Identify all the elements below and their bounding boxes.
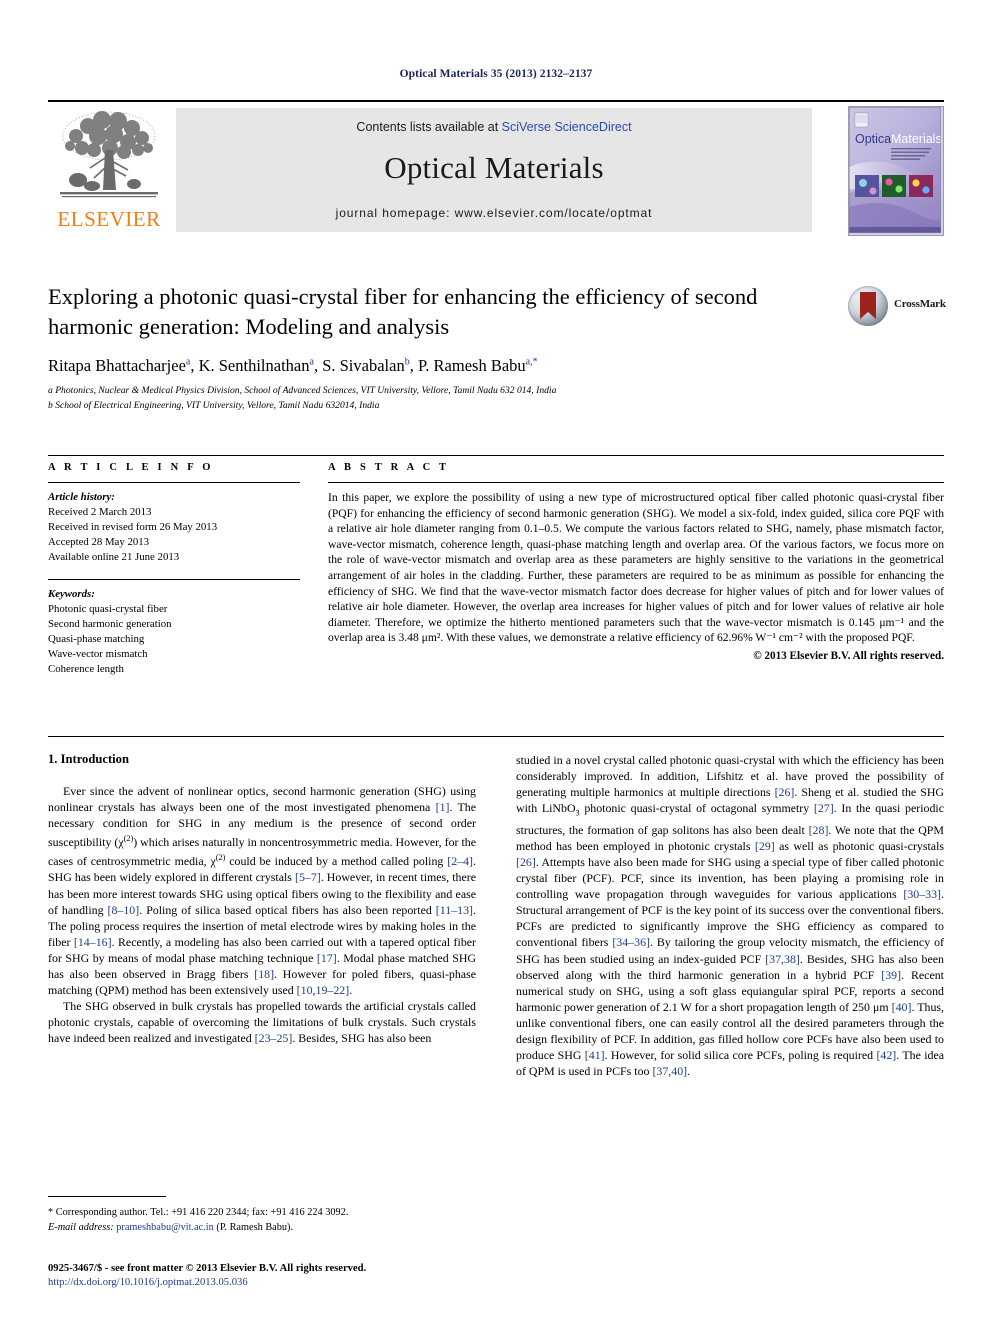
affil-marker-a: a: [185, 356, 191, 368]
elsevier-wordmark: ELSEVIER: [57, 207, 161, 231]
history-item: Received in revised form 26 May 2013: [48, 521, 218, 533]
affil-marker-a: a: [309, 356, 314, 368]
journal-cover-thumbnail[interactable]: Optical Materials: [848, 106, 944, 236]
keyword-item: Second harmonic generation: [48, 618, 172, 630]
history-item: Available online 21 June 2013: [48, 551, 180, 563]
author-list: Ritapa Bhattacharjeea, K. Senthilnathana…: [48, 356, 538, 375]
journal-title: Optical Materials: [384, 150, 604, 185]
crossmark-label: CrossMark: [894, 298, 946, 310]
abstract-copyright: © 2013 Elsevier B.V. All rights reserved…: [753, 649, 944, 662]
svg-text:Materials: Materials: [891, 132, 941, 146]
footnote-rule: [48, 1196, 166, 1197]
body-columns: 1. Introduction Ever since the advent of…: [48, 752, 944, 1242]
affil-marker-a-star: a,*: [525, 356, 538, 368]
abstract-text: In this paper, we explore the possibilit…: [328, 491, 944, 645]
divider-keywords: [48, 579, 300, 580]
article-info-heading: A R T I C L E I N F O: [48, 462, 214, 473]
divider-info: [48, 482, 300, 483]
paragraph: The SHG observed in bulk crystals has pr…: [48, 999, 476, 1046]
svg-text:Optical: Optical: [855, 132, 894, 146]
page-footer: 0925-3467/$ - see front matter © 2013 El…: [48, 1262, 648, 1290]
article-info-section: A R T I C L E I N F O Article history: R…: [48, 462, 300, 677]
page-title: Exploring a photonic quasi-crystal fiber…: [48, 284, 758, 339]
article-page: Optical Materials 35 (2013) 2132–2137 EL…: [0, 0, 992, 1323]
article-history-label: Article history:: [48, 491, 115, 503]
elsevier-logo: ELSEVIER: [48, 106, 170, 234]
cover-artwork: Optical Materials: [849, 107, 942, 234]
email-link[interactable]: prameshbabu@vit.ac.in: [116, 1222, 214, 1233]
affiliation-b: b School of Electrical Engineering, VIT …: [48, 399, 380, 411]
history-item: Accepted 28 May 2013: [48, 536, 150, 548]
history-item: Received 2 March 2013: [48, 506, 152, 518]
footnote-email-line: E-mail address: prameshbabu@vit.ac.in (P…: [48, 1221, 476, 1236]
email-owner: (P. Ramesh Babu).: [216, 1221, 294, 1233]
abstract-section: A B S T R A C T In this paper, we explor…: [328, 462, 944, 662]
title-block: Exploring a photonic quasi-crystal fiber…: [48, 282, 946, 412]
sciencedirect-link[interactable]: SciVerse ScienceDirect: [502, 120, 632, 134]
paragraph: studied in a novel crystal called photon…: [516, 753, 945, 1079]
footnote-corresponding: * Corresponding author. Tel.: +91 416 22…: [48, 1207, 349, 1218]
abstract-heading: A B S T R A C T: [328, 462, 450, 473]
keyword-item: Coherence length: [48, 663, 124, 675]
keyword-item: Quasi-phase matching: [48, 633, 145, 645]
journal-homepage[interactable]: journal homepage: www.elsevier.com/locat…: [176, 206, 812, 220]
divider-abstract: [328, 482, 944, 483]
affiliation-a: a Photonics, Nuclear & Medical Physics D…: [48, 385, 557, 396]
elsevier-tree-icon: [60, 111, 158, 198]
issn-front-matter: 0925-3467/$ - see front matter © 2013 El…: [48, 1263, 367, 1274]
keyword-item: Wave-vector mismatch: [48, 648, 148, 660]
corresponding-author-footnote: * Corresponding author. Tel.: +91 416 22…: [48, 1196, 476, 1235]
email-address-label: E-mail address:: [48, 1221, 114, 1233]
affil-marker-b: b: [404, 356, 410, 368]
paragraph: Ever since the advent of nonlinear optic…: [48, 784, 477, 998]
keywords-label: Keywords:: [48, 588, 95, 600]
section-heading-introduction: 1. Introduction: [48, 752, 129, 766]
divider-above-info: [48, 455, 944, 456]
journal-masthead: ELSEVIER Contents lists available at Sci…: [48, 100, 944, 236]
keyword-item: Photonic quasi-crystal fiber: [48, 603, 168, 615]
running-head: Optical Materials 35 (2013) 2132–2137: [399, 68, 593, 80]
doi-link[interactable]: http://dx.doi.org/10.1016/j.optmat.2013.…: [48, 1276, 648, 1290]
body-column-right: studied in a novel crystal called photon…: [516, 752, 944, 1079]
contents-prefix: Contents lists available at: [356, 120, 502, 134]
journal-band: Contents lists available at SciVerse Sci…: [176, 108, 812, 232]
contents-available-line: Contents lists available at SciVerse Sci…: [176, 120, 812, 134]
crossmark-badge[interactable]: CrossMark: [848, 286, 946, 330]
divider-below-abstract: [48, 736, 944, 737]
body-column-left: 1. Introduction Ever since the advent of…: [48, 752, 476, 1046]
